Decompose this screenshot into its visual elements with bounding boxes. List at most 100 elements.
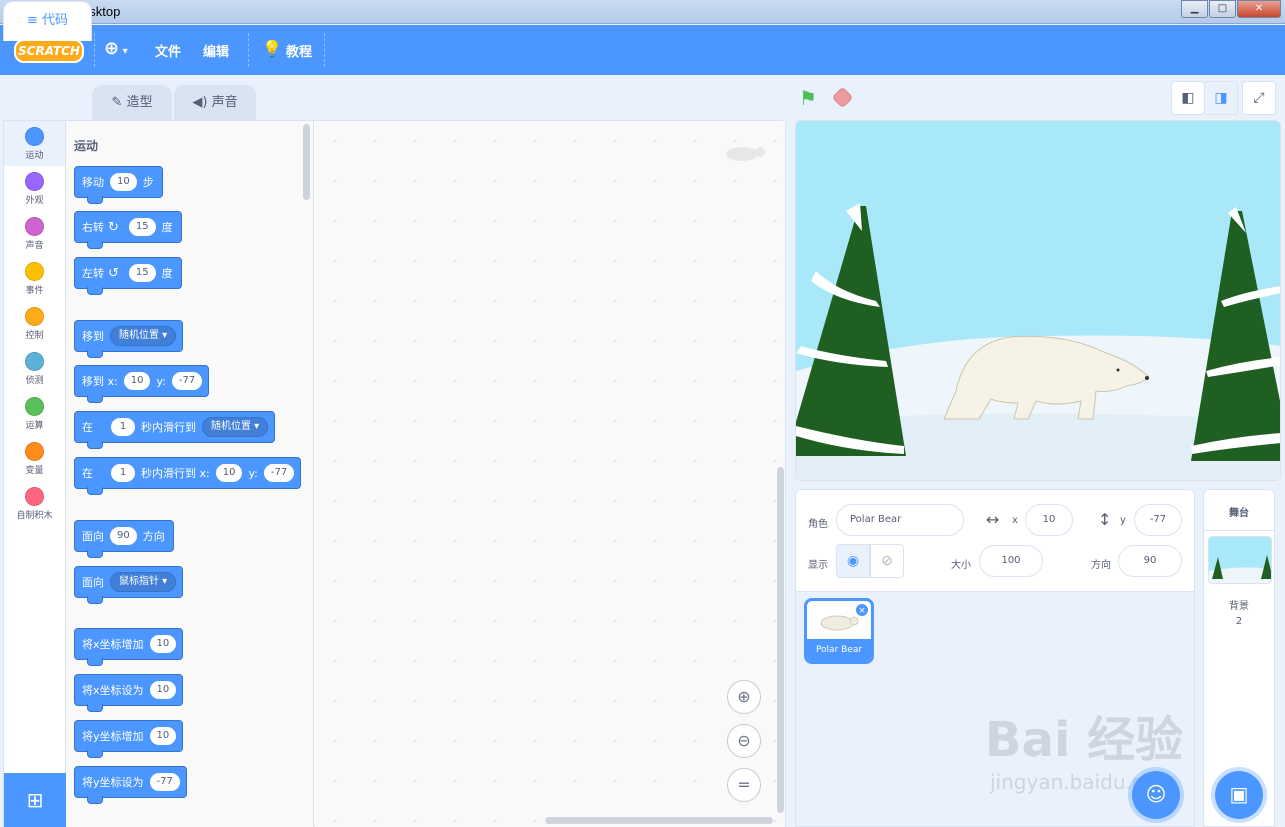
- glide-target-dropdown[interactable]: 随机位置 ▾: [202, 417, 269, 437]
- add-extension-button[interactable]: ⊞: [4, 773, 66, 827]
- category-operators[interactable]: 运算: [4, 391, 65, 436]
- sprite-size-input[interactable]: 100: [979, 545, 1043, 577]
- backdrops-count: 2: [1235, 616, 1243, 627]
- category-motion[interactable]: 运动: [4, 121, 65, 166]
- sprite-y-input[interactable]: -77: [1134, 504, 1182, 536]
- choose-sprite-button[interactable]: ☺: [1132, 771, 1180, 819]
- category-sensing[interactable]: 侦测: [4, 346, 65, 391]
- y-input[interactable]: -77: [171, 372, 203, 390]
- block-turn-left[interactable]: 左转 ↺ 15 度: [74, 257, 182, 295]
- towards-target-dropdown[interactable]: 鼠标指针 ▾: [110, 572, 177, 592]
- menu-bar: SCRATCH ⊕ ▾ 文件 编辑 💡 教程: [0, 25, 1285, 75]
- script-workspace[interactable]: ⊕ ⊖ =: [315, 121, 785, 827]
- sprite-x-input[interactable]: 10: [1025, 504, 1073, 536]
- steps-input[interactable]: 10: [110, 173, 137, 191]
- sprite-info-panel: 角色 Polar Bear ↔ x 10 ↕ y -77 显示 ◉ ⊘ 大小 1…: [795, 489, 1195, 592]
- dx-input[interactable]: 10: [149, 635, 177, 653]
- maximize-button[interactable]: □: [1209, 0, 1236, 18]
- scratch-logo[interactable]: SCRATCH: [14, 39, 84, 63]
- small-stage-icon: ◧: [1181, 90, 1195, 106]
- zoom-out-button[interactable]: ⊖: [727, 724, 761, 758]
- block-turn-right[interactable]: 右转 ↻ 15 度: [74, 211, 182, 249]
- fullscreen-button[interactable]: ⤢: [1242, 81, 1276, 115]
- tutorials-menu[interactable]: 教程: [286, 41, 312, 60]
- choose-backdrop-button[interactable]: ▣: [1215, 771, 1263, 819]
- eye-icon: ◉: [846, 553, 860, 569]
- stage-canvas[interactable]: [795, 120, 1281, 481]
- globe-icon[interactable]: ⊕ ▾: [104, 38, 128, 59]
- category-variables[interactable]: 变量: [4, 436, 65, 481]
- file-menu[interactable]: 文件: [155, 41, 181, 60]
- palette-scrollbar[interactable]: [303, 124, 310, 200]
- zoom-reset-button[interactable]: =: [727, 768, 761, 802]
- x-input[interactable]: 10: [215, 464, 243, 482]
- small-stage-button[interactable]: ◧: [1171, 81, 1205, 115]
- x-input[interactable]: 10: [123, 372, 151, 390]
- goto-target-dropdown[interactable]: 随机位置 ▾: [110, 326, 177, 346]
- direction-label: 方向: [1091, 560, 1111, 571]
- workspace-horizontal-scrollbar[interactable]: [545, 817, 773, 824]
- section-title-motion: 运动: [74, 139, 99, 153]
- hide-sprite-button[interactable]: ⊘: [870, 544, 904, 578]
- block-point-direction[interactable]: 面向 90 方向: [74, 520, 174, 558]
- delete-sprite-icon[interactable]: ×: [855, 603, 869, 617]
- stage-thumbnail: [1208, 536, 1272, 584]
- sprite-tile-name: Polar Bear: [807, 639, 871, 661]
- block-point-towards[interactable]: 面向 鼠标指针 ▾: [74, 566, 184, 604]
- tab-sounds[interactable]: ◀) 声音: [174, 85, 256, 121]
- close-button[interactable]: ✕: [1237, 0, 1281, 18]
- image-add-icon: ▣: [1229, 782, 1249, 806]
- category-control[interactable]: 控制: [4, 301, 65, 346]
- block-set-y[interactable]: 将y坐标设为 -77: [74, 766, 187, 804]
- tab-costumes[interactable]: ✎ 造型: [92, 85, 172, 121]
- stage-header: ⚑ ◧ ◨ ⤢: [795, 80, 1276, 116]
- zoom-in-icon: ⊕: [737, 687, 751, 706]
- eye-slash-icon: ⊘: [881, 553, 893, 569]
- sprite-name-input[interactable]: Polar Bear: [836, 504, 964, 536]
- x-input[interactable]: 10: [149, 681, 177, 699]
- category-my-blocks[interactable]: 自制积木: [4, 481, 65, 526]
- category-sound[interactable]: 声音: [4, 211, 65, 256]
- speaker-icon: ◀): [192, 95, 212, 110]
- block-change-y[interactable]: 将y坐标增加 10: [74, 720, 184, 758]
- direction-input[interactable]: 90: [110, 527, 137, 545]
- block-glide-to[interactable]: 在 1 秒内滑行到 随机位置 ▾: [74, 411, 276, 449]
- category-events[interactable]: 事件: [4, 256, 65, 301]
- y-input[interactable]: -77: [263, 464, 295, 482]
- seconds-input[interactable]: 1: [111, 464, 135, 482]
- zoom-out-icon: ⊖: [737, 731, 751, 750]
- y-arrows-icon: ↕: [1098, 510, 1112, 529]
- window-titlebar: S Scratch Desktop ▁ □ ✕: [0, 0, 1285, 24]
- tab-code[interactable]: ≡ 代码: [3, 1, 92, 41]
- fullscreen-icon: ⤢: [1253, 90, 1265, 106]
- seconds-input[interactable]: 1: [111, 418, 135, 436]
- degrees-input[interactable]: 15: [128, 218, 156, 236]
- sprite-tile-polar-bear[interactable]: × Polar Bear: [804, 598, 874, 664]
- large-stage-button[interactable]: ◨: [1204, 81, 1238, 115]
- stop-icon[interactable]: [831, 86, 854, 109]
- cat-face-icon: ☺: [1145, 782, 1167, 806]
- block-change-x[interactable]: 将x坐标增加 10: [74, 628, 184, 666]
- motion-dot: [25, 127, 44, 146]
- workspace-vertical-scrollbar[interactable]: [777, 467, 784, 813]
- sprite-direction-input[interactable]: 90: [1118, 545, 1182, 577]
- green-flag-icon[interactable]: ⚑: [799, 86, 817, 110]
- sprite-label: 角色: [808, 519, 828, 530]
- code-panel: 运动 外观 声音 事件 控制 侦测 运算 变量 自制积木 ⊞ 运动 移动 10 …: [3, 120, 786, 827]
- block-move-steps[interactable]: 移动 10 步: [74, 166, 163, 204]
- block-glide-xy[interactable]: 在 1 秒内滑行到 x: 10 y: -77: [74, 457, 302, 495]
- degrees-input[interactable]: 15: [128, 264, 156, 282]
- block-goto-xy[interactable]: 移到 x: 10 y: -77: [74, 365, 210, 403]
- x-arrows-icon: ↔: [986, 510, 1000, 529]
- y-input[interactable]: -77: [149, 773, 180, 791]
- zoom-in-button[interactable]: ⊕: [727, 680, 761, 714]
- dy-input[interactable]: 10: [149, 727, 177, 745]
- backdrops-label: 背景: [1229, 601, 1249, 612]
- rotate-right-icon: ↻: [108, 219, 119, 235]
- category-looks[interactable]: 外观: [4, 166, 65, 211]
- block-set-x[interactable]: 将x坐标设为 10: [74, 674, 184, 712]
- minimize-button[interactable]: ▁: [1181, 0, 1208, 18]
- show-sprite-button[interactable]: ◉: [836, 544, 870, 578]
- edit-menu[interactable]: 编辑: [203, 41, 229, 60]
- block-goto[interactable]: 移到 随机位置 ▾: [74, 320, 184, 358]
